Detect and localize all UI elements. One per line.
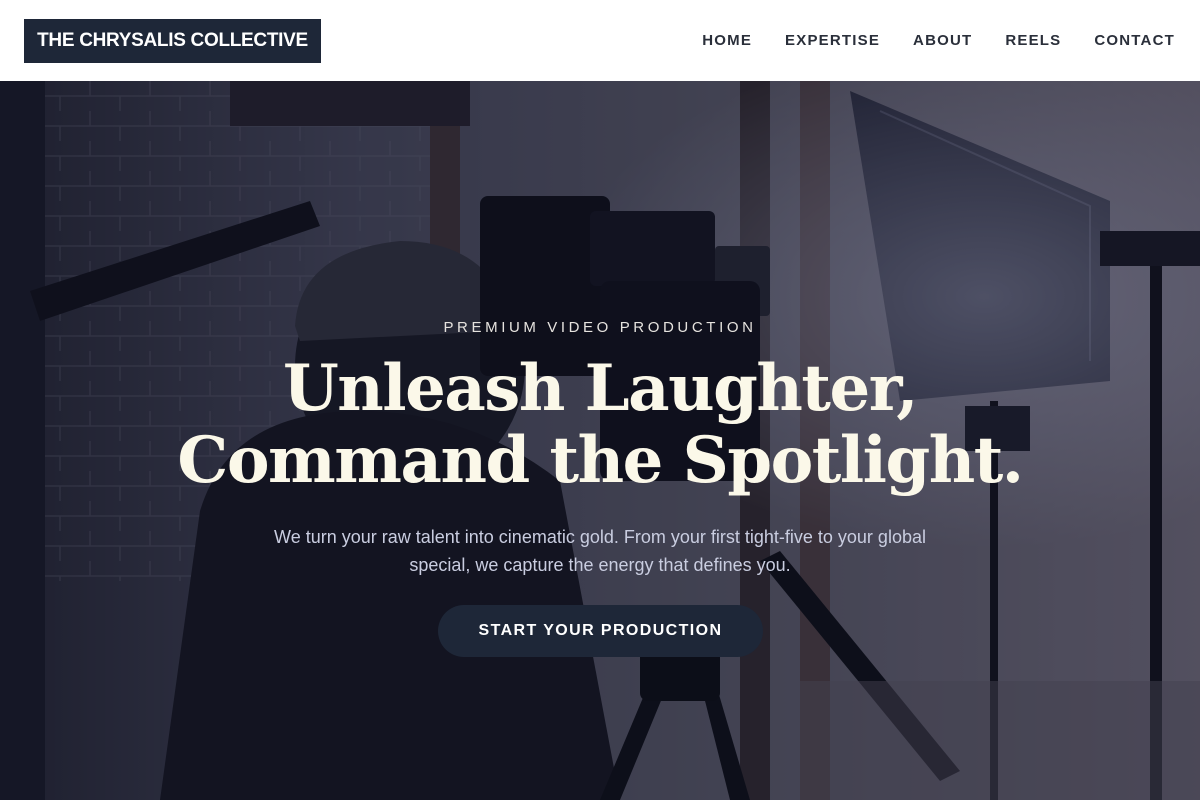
hero-section: PREMIUM VIDEO PRODUCTION Unleash Laughte… <box>0 81 1200 800</box>
nav-reels[interactable]: REELS <box>1005 32 1061 49</box>
hero-headline: Unleash Laughter, Command the Spotlight. <box>0 353 1200 497</box>
start-production-button[interactable]: START YOUR PRODUCTION <box>438 605 763 657</box>
hero-subtext: We turn your raw talent into cinematic g… <box>274 527 926 575</box>
logo[interactable]: THE CHRYSALIS COLLECTIVE <box>24 18 321 63</box>
site-header: THE CHRYSALIS COLLECTIVE HOME EXPERTISE … <box>0 0 1200 81</box>
nav-contact[interactable]: CONTACT <box>1094 32 1175 49</box>
hero-headline-line2: Command the Spotlight. <box>177 423 1024 498</box>
main-nav: HOME EXPERTISE ABOUT REELS CONTACT <box>702 32 1175 49</box>
nav-expertise[interactable]: EXPERTISE <box>785 32 880 49</box>
hero-eyebrow: PREMIUM VIDEO PRODUCTION <box>443 319 757 336</box>
nav-home[interactable]: HOME <box>702 32 752 49</box>
hero-content: PREMIUM VIDEO PRODUCTION Unleash Laughte… <box>0 81 1200 800</box>
hero-headline-line1: Unleash Laughter, <box>282 351 919 426</box>
nav-about[interactable]: ABOUT <box>913 32 972 49</box>
